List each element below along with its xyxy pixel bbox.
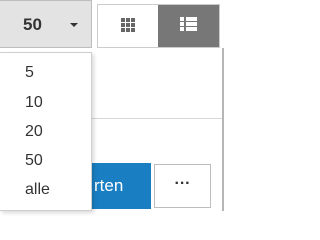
page-size-dropdown-menu: 5 10 20 50 alle <box>0 52 92 211</box>
page-size-option-10[interactable]: 10 <box>0 89 90 117</box>
divider <box>92 118 224 119</box>
page: 50 rten ··· 5 10 20 50 alle <box>0 0 224 211</box>
view-toggle-group <box>97 4 220 48</box>
list-view-button[interactable] <box>158 5 219 47</box>
frame-edge <box>222 48 224 211</box>
page-size-option-50[interactable]: 50 <box>0 147 90 175</box>
page-size-option-all[interactable]: alle <box>0 176 90 204</box>
more-icon: ··· <box>174 175 191 192</box>
content-panel <box>92 118 224 148</box>
more-options-button[interactable]: ··· <box>154 164 211 208</box>
grid-view-button[interactable] <box>98 5 159 47</box>
list-icon <box>180 17 198 32</box>
primary-action-label: rten <box>94 176 124 195</box>
page-size-value: 50 <box>23 15 42 34</box>
page-size-option-20[interactable]: 20 <box>0 118 90 146</box>
page-size-select[interactable]: 50 <box>0 0 92 48</box>
caret-down-icon <box>70 23 78 27</box>
grid-icon <box>121 18 136 33</box>
page-size-option-5[interactable]: 5 <box>0 59 90 87</box>
